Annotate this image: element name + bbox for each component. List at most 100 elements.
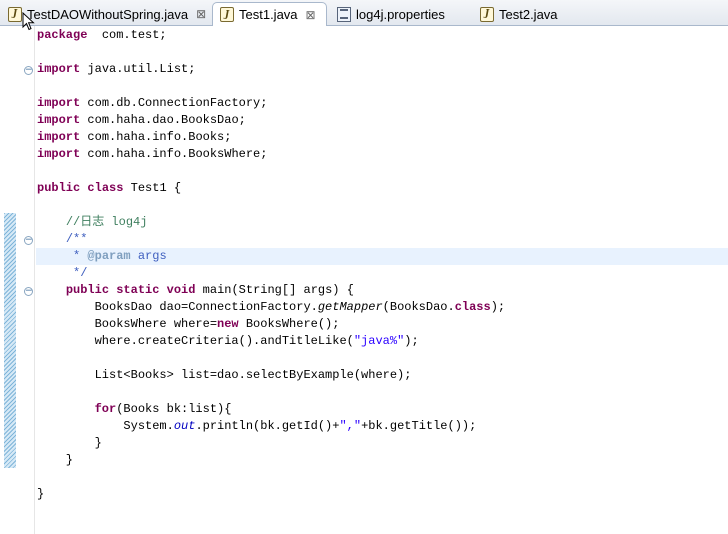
code-token: } (37, 436, 102, 450)
source-code[interactable]: package com.test; import java.util.List;… (37, 27, 505, 503)
tab-label: log4j.properties (356, 6, 445, 22)
code-line[interactable] (37, 350, 505, 367)
code-line[interactable]: public static void main(String[] args) { (37, 282, 505, 299)
code-token: com.test; (87, 28, 167, 42)
code-token: (BooksDao. (382, 300, 455, 314)
fold-javadoc-icon[interactable]: − (24, 236, 33, 245)
java-file-icon: J (8, 6, 22, 22)
code-token: com.haha.dao.BooksDao; (80, 113, 246, 127)
code-token: BooksWhere where= (37, 317, 218, 331)
code-line[interactable]: System.out.println(bk.getId()+","+bk.get… (37, 418, 505, 435)
java-file-icon: J (220, 7, 234, 22)
code-token: public (37, 181, 81, 195)
code-line[interactable]: import com.db.ConnectionFactory; (37, 95, 505, 112)
code-token: BooksDao dao=ConnectionFactory. (37, 300, 318, 314)
tab-test2[interactable]: J Test2.java (480, 2, 590, 26)
code-token: where.createCriteria().andTitleLike( (37, 334, 354, 348)
properties-file-icon (337, 6, 351, 22)
code-line[interactable] (37, 163, 505, 180)
code-token: com.haha.info.Books; (80, 130, 232, 144)
code-line[interactable]: List<Books> list=dao.selectByExample(whe… (37, 367, 505, 384)
code-token: * (73, 249, 88, 263)
code-line[interactable]: package com.test; (37, 27, 505, 44)
code-line[interactable]: } (37, 452, 505, 469)
tab-log4j-properties[interactable]: log4j.properties (337, 2, 467, 26)
tab-label: Test2.java (499, 6, 558, 22)
gutter-divider (34, 26, 35, 534)
code-line[interactable]: where.createCriteria().andTitleLike("jav… (37, 333, 505, 350)
code-token: getMapper (317, 300, 383, 314)
code-line[interactable]: /** (37, 231, 505, 248)
code-token: static (116, 283, 160, 297)
tab-test1[interactable]: J Test1.java ⊠ (212, 2, 327, 26)
code-token: */ (73, 266, 88, 280)
code-line[interactable]: //日志 log4j (37, 214, 505, 231)
code-token: public (65, 283, 110, 297)
code-token: "," (339, 419, 362, 433)
java-file-icon: J (480, 6, 494, 22)
code-token: List<Books> list=dao.selectByExample(whe… (37, 368, 412, 382)
code-line[interactable] (37, 78, 505, 95)
code-token: import (37, 130, 81, 144)
code-token: ); (490, 300, 506, 314)
code-token: "java%" (353, 334, 405, 348)
fold-import-icon[interactable]: − (24, 66, 33, 75)
code-token: new (217, 317, 239, 331)
code-token: com.db.ConnectionFactory; (80, 96, 268, 110)
change-ruler-marker (4, 213, 16, 468)
fold-method-icon[interactable]: − (24, 287, 33, 296)
code-line[interactable]: import com.haha.info.BooksWhere; (37, 146, 505, 163)
code-token: } (37, 487, 45, 501)
code-line[interactable]: } (37, 486, 505, 503)
code-line[interactable]: BooksDao dao=ConnectionFactory.getMapper… (37, 299, 506, 316)
code-line[interactable]: BooksWhere where=new BooksWhere(); (37, 316, 505, 333)
close-tab-icon[interactable]: ⊠ (196, 7, 206, 21)
code-token: for (94, 402, 117, 416)
code-line[interactable]: for(Books bk:list){ (37, 401, 505, 418)
code-editor[interactable]: − − − package com.test; import java.util… (0, 26, 728, 534)
code-token: class (454, 300, 491, 314)
code-token: /** (65, 232, 88, 246)
code-line[interactable] (37, 384, 505, 401)
code-token: .println(bk.getId()+ (195, 419, 340, 433)
code-line[interactable] (37, 469, 505, 486)
code-line[interactable]: import com.haha.dao.BooksDao; (37, 112, 505, 129)
code-token: out (173, 419, 196, 433)
code-line[interactable] (37, 44, 505, 61)
code-token: BooksWhere(); (238, 317, 340, 331)
code-token: ); (404, 334, 419, 348)
code-line[interactable]: import com.haha.info.Books; (37, 129, 505, 146)
code-token: Test1 { (123, 181, 182, 195)
code-line[interactable]: * @param args (37, 248, 505, 265)
code-token: } (37, 453, 74, 467)
code-token: class (87, 181, 124, 195)
code-token: @param (87, 249, 131, 263)
tab-label: Test1.java (239, 7, 298, 22)
close-tab-icon[interactable]: ⊠ (306, 8, 316, 22)
code-line[interactable] (37, 197, 505, 214)
tab-label: TestDAOWithoutSpring.java (27, 6, 189, 22)
mouse-pointer-icon (22, 12, 35, 31)
code-token: java.util.List; (80, 62, 196, 76)
code-token: +bk.getTitle()); (361, 419, 477, 433)
code-token: import (37, 113, 81, 127)
code-token: import (37, 62, 81, 76)
code-token: package (37, 28, 88, 42)
code-token: (Books bk:list){ (116, 402, 232, 416)
code-line[interactable]: } (37, 435, 505, 452)
code-line[interactable]: import java.util.List; (37, 61, 505, 78)
code-token: import (37, 147, 81, 161)
code-token: System. (37, 419, 174, 433)
code-line[interactable]: */ (37, 265, 505, 282)
code-token: import (37, 96, 81, 110)
code-token: main(String[] args) { (195, 283, 354, 297)
code-token: //日志 log4j (65, 215, 148, 229)
code-line[interactable]: public class Test1 { (37, 180, 505, 197)
